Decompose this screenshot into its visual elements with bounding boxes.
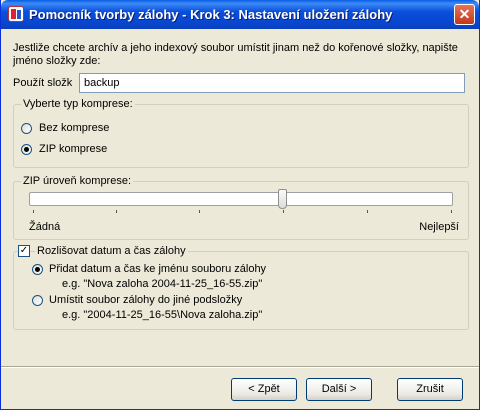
slider-tick — [199, 210, 200, 213]
zip-level-legend: ZIP úroveň komprese: — [21, 175, 134, 187]
subfolder-label[interactable]: Umístit soubor zálohy do jiné podsložky — [49, 294, 242, 306]
cancel-button[interactable]: Zrušit — [397, 378, 463, 401]
close-button[interactable]: ✕ — [454, 4, 475, 25]
slider-tick — [367, 210, 368, 213]
zip-compression-radio[interactable] — [21, 144, 32, 155]
append-datetime-example: e.g. "Nova zaloha 2004-11-25_16-55.zip" — [62, 278, 263, 290]
window-title: Pomocník tvorby zálohy - Krok 3: Nastave… — [29, 7, 393, 22]
datetime-checkbox-label[interactable]: Rozlišovat datum a čas zálohy — [35, 245, 188, 257]
slider-tick — [451, 210, 452, 213]
folder-label: Použít složk — [13, 77, 73, 89]
slider-min-label: Žádná — [29, 221, 61, 233]
compression-type-legend: Vyberte typ komprese: — [21, 98, 135, 110]
description-text: Jestliže chcete archív a jeho indexový s… — [13, 42, 458, 67]
slider-tick — [33, 210, 34, 213]
wizard-window: Pomocník tvorby zálohy - Krok 3: Nastave… — [0, 0, 480, 410]
no-compression-label[interactable]: Bez komprese — [39, 122, 109, 134]
slider-tick — [116, 210, 117, 213]
next-button[interactable]: Další > — [306, 378, 372, 401]
zip-level-group: ZIP úroveň komprese: — [13, 175, 469, 240]
subfolder-radio[interactable] — [32, 295, 43, 306]
footer-separator — [1, 366, 479, 368]
zip-compression-label[interactable]: ZIP komprese — [39, 143, 107, 155]
subfolder-example: e.g. "2004-11-25_16-55\Nova zaloha.zip" — [62, 309, 263, 321]
compression-type-group: Vyberte typ komprese: — [13, 98, 469, 168]
title-bar[interactable]: Pomocník tvorby zálohy - Krok 3: Nastave… — [1, 0, 479, 29]
back-button[interactable]: < Zpět — [231, 378, 297, 401]
slider-tick — [283, 210, 284, 213]
datetime-checkbox[interactable]: ✓ — [18, 245, 30, 257]
folder-input[interactable] — [79, 73, 465, 93]
app-icon — [8, 6, 24, 22]
no-compression-radio[interactable] — [21, 123, 32, 134]
append-datetime-radio[interactable] — [32, 264, 43, 275]
append-datetime-label[interactable]: Přidat datum a čas ke jménu souboru zálo… — [49, 263, 266, 275]
zip-level-slider-thumb[interactable] — [278, 189, 287, 209]
zip-level-slider-track[interactable] — [29, 192, 453, 206]
slider-max-label: Nejlepší — [419, 221, 459, 233]
